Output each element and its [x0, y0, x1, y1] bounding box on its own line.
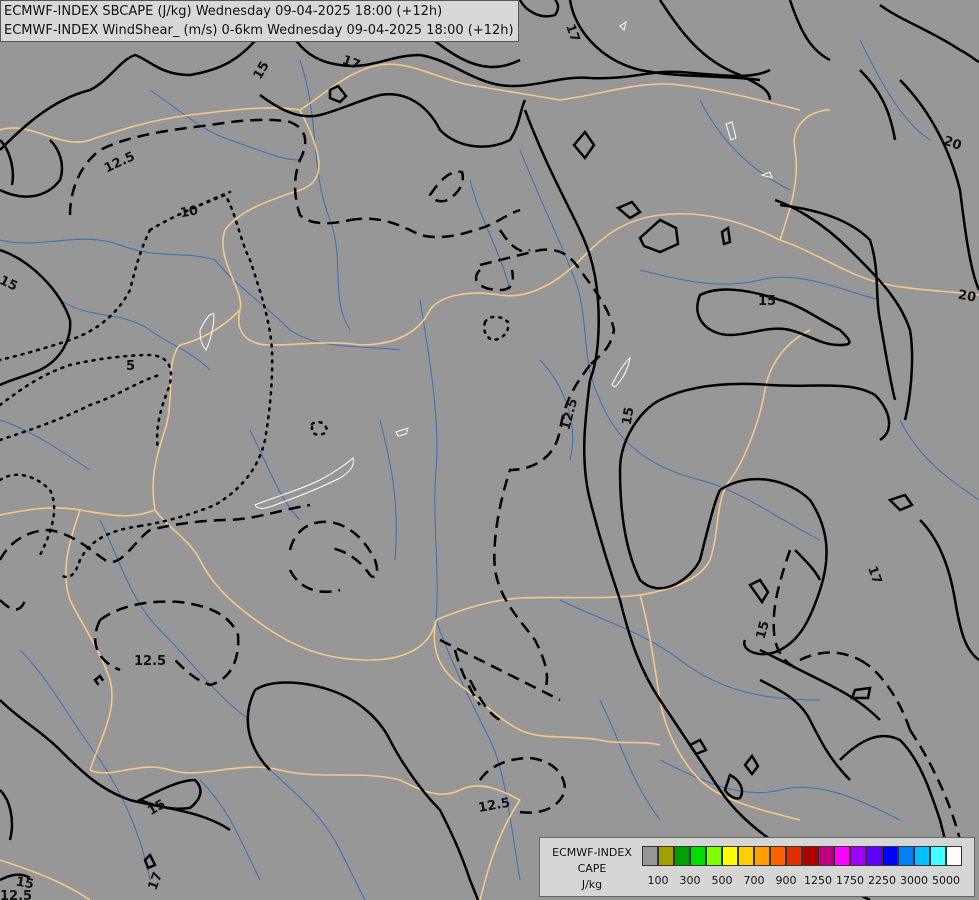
contour-label: 12.5	[134, 654, 166, 669]
legend-swatch	[674, 846, 690, 866]
contour-label: 15	[758, 294, 776, 309]
legend-swatch	[930, 846, 946, 866]
legend-tick-label: 3000	[900, 874, 928, 887]
legend-swatch	[642, 846, 658, 866]
legend-swatch	[834, 846, 850, 866]
legend-swatch	[882, 846, 898, 866]
legend-tick-label: 5000	[932, 874, 960, 887]
legend-swatch	[818, 846, 834, 866]
legend-title-variable: CAPE	[577, 862, 607, 875]
contour-label: 10	[179, 203, 199, 221]
legend-tick-label: 1250	[804, 874, 832, 887]
legend-tick-label: 300	[679, 874, 701, 887]
legend-title-unit: J/kg	[581, 878, 603, 891]
map-title-box: ECMWF-INDEX SBCAPE (J/kg) Wednesday 09-0…	[0, 0, 519, 42]
legend-swatch	[690, 846, 706, 866]
weather-map: 15 17 20 12.5 10 5 15 12.5 15 17 15 12.5…	[0, 0, 979, 900]
contour-label: 20	[957, 288, 977, 306]
legend-swatch	[658, 846, 674, 866]
title-windshear: ECMWF-INDEX WindShear_ (m/s) 0-6km Wedne…	[4, 23, 514, 38]
legend-swatch	[946, 846, 962, 866]
cape-legend: ECMWF-INDEX CAPE J/kg 100 300 500 700 900 125…	[539, 837, 975, 897]
legend-swatch	[914, 846, 930, 866]
legend-swatch	[754, 846, 770, 866]
legend-tick-label: 2250	[868, 874, 896, 887]
legend-tick-label: 100	[647, 874, 669, 887]
legend-swatch	[866, 846, 882, 866]
legend-swatch	[722, 846, 738, 866]
legend-swatch	[786, 846, 802, 866]
contour-label: 15	[620, 406, 638, 426]
contour-label: 5	[126, 359, 135, 374]
legend-tick-label: 900	[775, 874, 797, 887]
legend-swatch	[738, 846, 754, 866]
title-cape: ECMWF-INDEX SBCAPE (J/kg) Wednesday 09-0…	[4, 4, 443, 19]
legend-title-source: ECMWF-INDEX	[552, 846, 632, 859]
legend-swatch	[770, 846, 786, 866]
legend-swatch	[706, 846, 722, 866]
legend-swatch	[802, 846, 818, 866]
legend-color-scale	[642, 846, 962, 866]
legend-tick-label: 1750	[836, 874, 864, 887]
legend-tick-labels: 100 300 500 700 900 1250 1750 2250 3000 5000	[642, 874, 972, 888]
legend-tick-label: 500	[711, 874, 733, 887]
contour-label: 12.5	[0, 889, 32, 900]
legend-swatch	[898, 846, 914, 866]
legend-swatch	[850, 846, 866, 866]
legend-tick-label: 700	[743, 874, 765, 887]
